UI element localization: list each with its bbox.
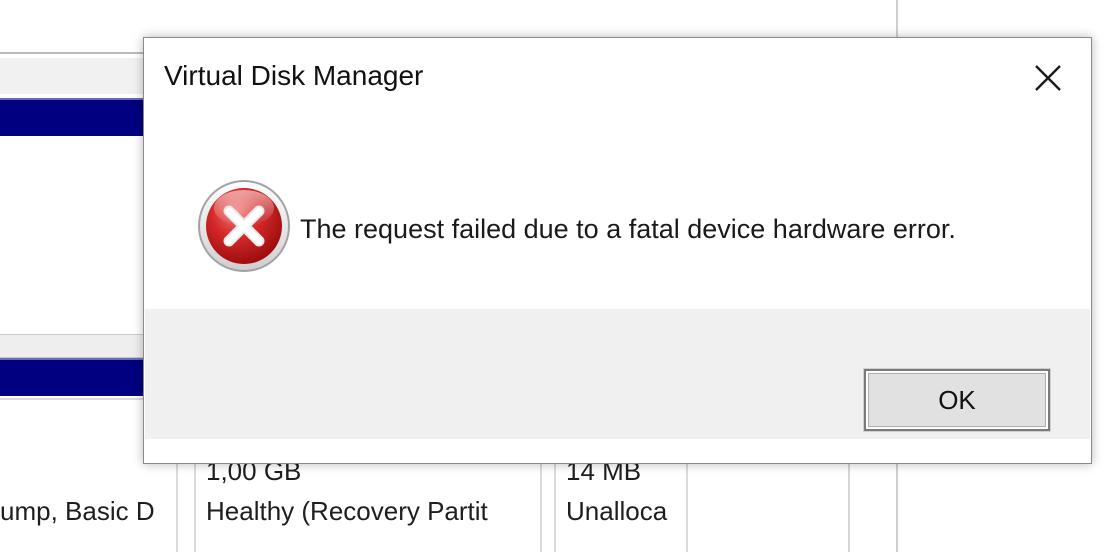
error-message: The request failed due to a fatal device… (300, 214, 956, 244)
ok-button[interactable]: OK (863, 368, 1051, 432)
error-icon (198, 180, 290, 272)
disk-partition-cell[interactable] (0, 136, 152, 332)
volume-list-border (0, 52, 150, 54)
partition-status: Unalloca (566, 496, 668, 526)
error-dialog: Virtual Disk Manager The request failed … (143, 37, 1092, 464)
close-button[interactable] (1021, 56, 1075, 100)
dialog-title: Virtual Disk Manager (164, 60, 424, 91)
disk-header-bar (0, 358, 150, 396)
partition-status: Healthy (Recovery Partit (206, 496, 488, 526)
close-icon (1035, 65, 1061, 91)
disk-header-bar (0, 98, 150, 136)
screen: ump, Basic D 1,00 GB Healthy (Recovery P… (0, 0, 1104, 552)
disk-divider (0, 334, 150, 358)
volume-list-row (0, 58, 150, 94)
partition-status: ump, Basic D (0, 496, 155, 526)
dialog-button-bar: OK (145, 309, 1090, 439)
